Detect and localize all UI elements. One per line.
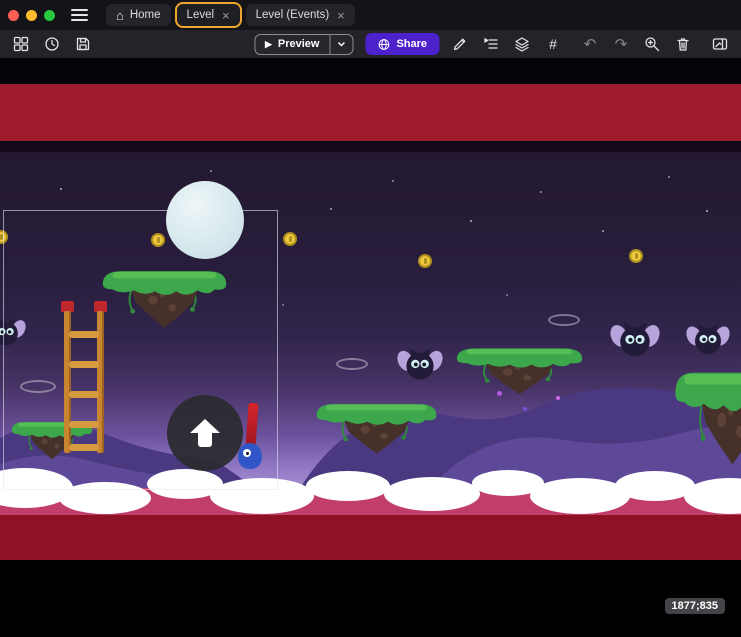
- share-button[interactable]: Share: [365, 33, 439, 55]
- close-tab-icon[interactable]: ×: [337, 9, 345, 22]
- tab-bar: ⌂ Home Level × Level (Events) ×: [0, 0, 741, 30]
- trash-icon[interactable]: [672, 34, 694, 54]
- tab-level-events-label: Level (Events): [256, 9, 330, 21]
- tab-level[interactable]: Level ×: [177, 4, 240, 26]
- fly-enemy[interactable]: [686, 322, 730, 358]
- wind-gust: [548, 314, 580, 326]
- particle: [523, 407, 527, 411]
- close-window-button[interactable]: [8, 10, 19, 21]
- globe-icon: [377, 38, 390, 51]
- toolbar: ▶ Preview Share: [0, 30, 741, 58]
- pencil-icon[interactable]: [449, 34, 471, 54]
- dark-divider-strip: [0, 141, 741, 152]
- menu-icon[interactable]: [71, 9, 88, 21]
- grid-icon[interactable]: #: [542, 34, 564, 54]
- fly-enemy[interactable]: [610, 320, 660, 361]
- scene-canvas[interactable]: [0, 58, 741, 560]
- preview-button-label: Preview: [278, 38, 320, 50]
- cursor-coordinates: 1877;835: [665, 598, 726, 614]
- instances-list-icon[interactable]: [480, 34, 502, 54]
- zoom-in-icon[interactable]: [641, 34, 663, 54]
- floating-island[interactable]: [451, 341, 588, 400]
- minimize-window-button[interactable]: [26, 10, 37, 21]
- play-icon: ▶: [265, 40, 272, 49]
- coin[interactable]: [629, 249, 643, 263]
- tab-level-events[interactable]: Level (Events) ×: [246, 4, 355, 26]
- particle: [556, 396, 560, 400]
- particle: [497, 391, 502, 396]
- zoom-window-button[interactable]: [44, 10, 55, 21]
- share-button-label: Share: [396, 38, 427, 50]
- tab-home[interactable]: ⌂ Home: [106, 4, 171, 26]
- stars: [0, 58, 2, 60]
- save-icon[interactable]: [72, 34, 94, 54]
- chevron-down-icon: [336, 40, 346, 48]
- layers-icon[interactable]: [511, 34, 533, 54]
- up-arrow-icon: [190, 419, 220, 448]
- tab-home-label: Home: [130, 9, 161, 21]
- toolbar-center-group: ▶ Preview Share: [254, 30, 439, 58]
- properties-panel-icon[interactable]: [709, 34, 731, 54]
- jump-button[interactable]: [167, 395, 243, 471]
- home-icon: ⌂: [116, 9, 124, 22]
- panels-icon[interactable]: [10, 34, 32, 54]
- toolbar-left-group: [10, 34, 94, 54]
- undo-icon[interactable]: ↶: [579, 34, 601, 54]
- history-icon[interactable]: [41, 34, 63, 54]
- moon[interactable]: [166, 181, 244, 259]
- close-tab-icon[interactable]: ×: [222, 9, 230, 22]
- top-red-banner: [0, 84, 741, 141]
- status-area: 1877;835: [0, 560, 741, 637]
- gdevelop-window: ⌂ Home Level × Level (Events) ×: [0, 0, 741, 637]
- preview-button[interactable]: ▶ Preview: [254, 34, 354, 55]
- preview-dropdown-button[interactable]: [329, 35, 352, 54]
- redo-icon[interactable]: ↷: [610, 34, 632, 54]
- coin[interactable]: [283, 232, 297, 246]
- wind-gust: [336, 358, 368, 370]
- fly-enemy[interactable]: [397, 346, 443, 384]
- coin[interactable]: [418, 254, 432, 268]
- tab-level-label: Level: [187, 9, 215, 21]
- window-controls: [8, 10, 55, 21]
